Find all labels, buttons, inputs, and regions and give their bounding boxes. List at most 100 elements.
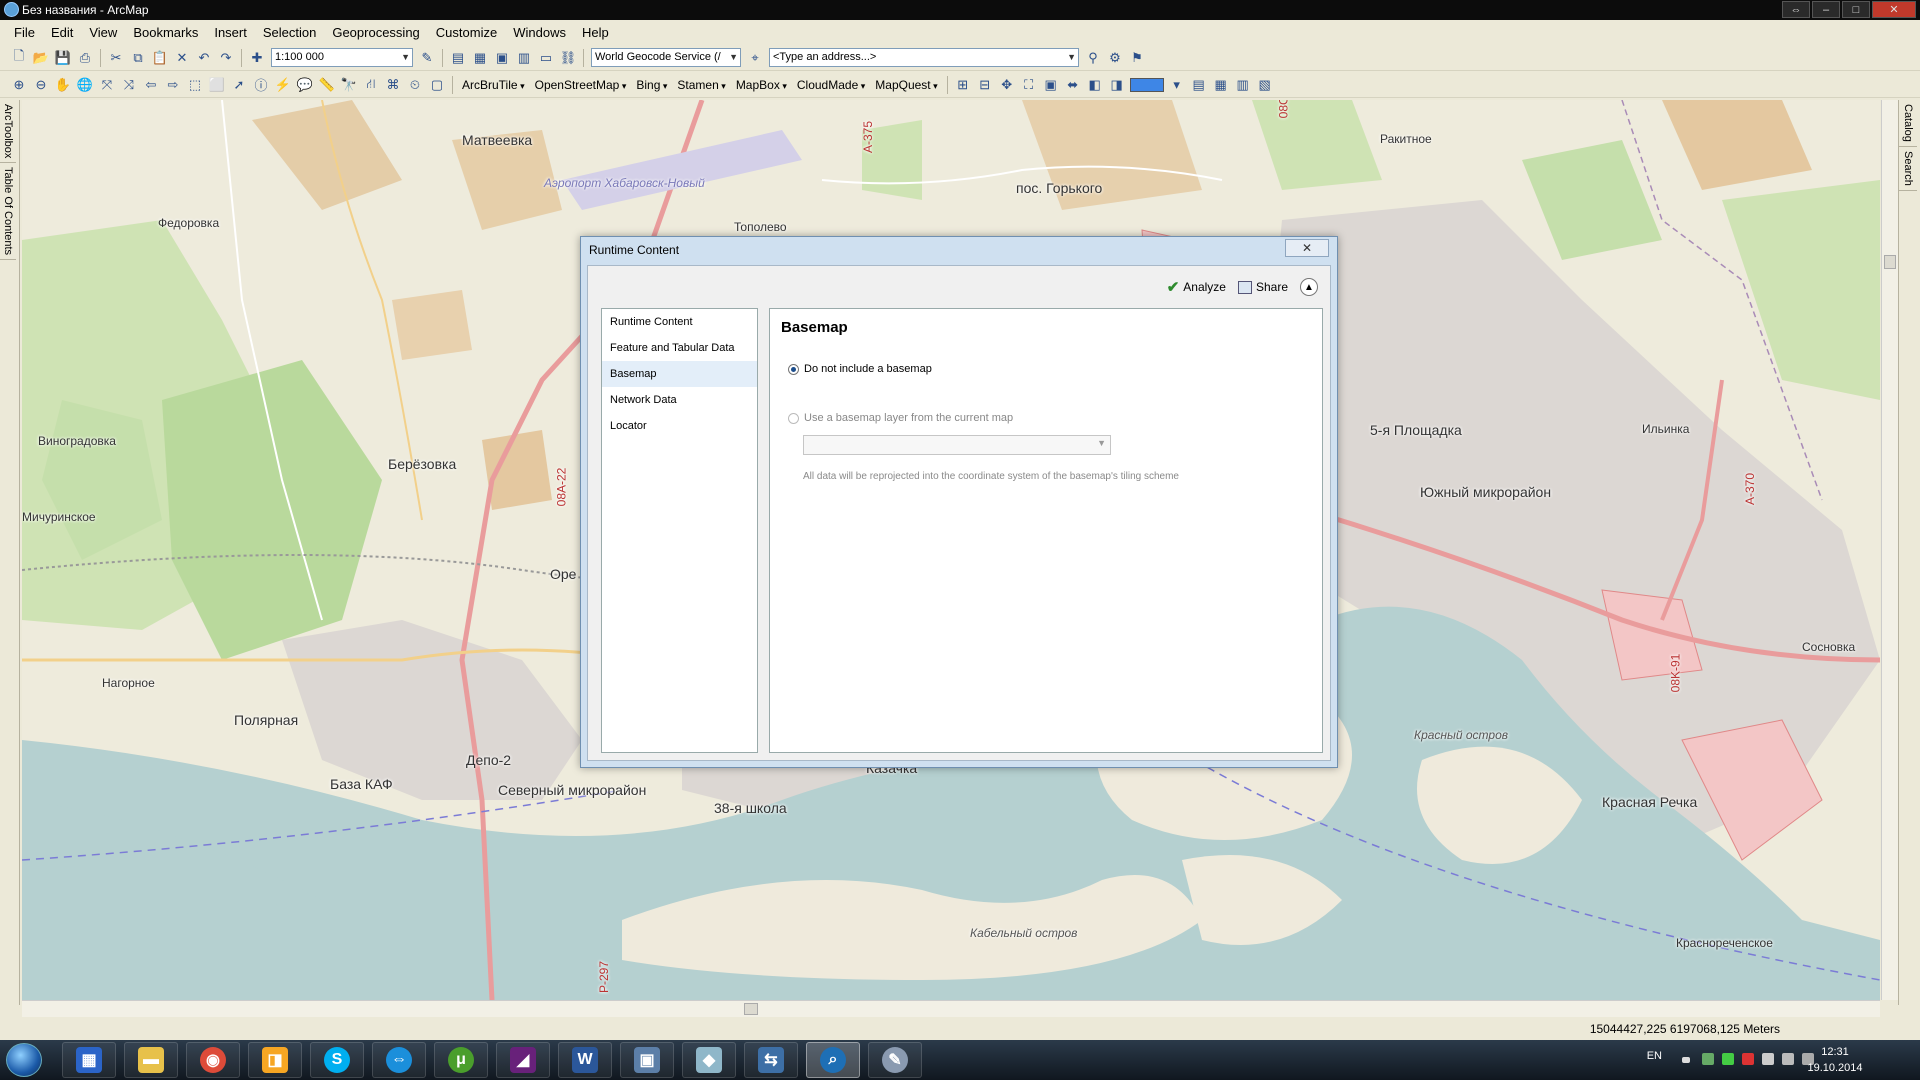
select-features-icon[interactable]: ⬚ (186, 76, 204, 94)
taskbar-app[interactable]: ◆ (682, 1042, 736, 1078)
copy-icon[interactable]: ⧉ (129, 49, 147, 67)
menu-selection[interactable]: Selection (255, 22, 324, 44)
redo-icon[interactable]: ↷ (217, 49, 235, 67)
page-width-icon[interactable]: ⬌ (1064, 76, 1082, 94)
tray-app-icon[interactable] (1742, 1053, 1754, 1065)
layout-zoom-in-icon[interactable]: ⊞ (954, 76, 972, 94)
taskbar-app[interactable]: ▬ (124, 1042, 178, 1078)
menu-customize[interactable]: Customize (428, 22, 505, 44)
save-icon[interactable]: 💾 (54, 49, 72, 67)
taskbar-app[interactable]: ▦ (62, 1042, 116, 1078)
menu-insert[interactable]: Insert (206, 22, 255, 44)
clock[interactable]: 12:31 19.10.2014 (1800, 1044, 1870, 1076)
nav-item-locator[interactable]: Locator (602, 413, 757, 439)
address-input[interactable]: <Type an address...> ▼ (769, 48, 1079, 67)
chevron-up-icon[interactable]: ▲ (1300, 278, 1318, 296)
menu-view[interactable]: View (81, 22, 125, 44)
measure-icon[interactable]: 📏 (318, 76, 336, 94)
chevron-up-icon[interactable] (1682, 1057, 1690, 1063)
go-to-xy-icon[interactable]: ⌘ (384, 76, 402, 94)
python-window-icon[interactable]: ▭ (537, 49, 555, 67)
map-horizontal-scrollbar[interactable] (22, 1000, 1880, 1017)
geocode-service-combo[interactable]: World Geocode Service (/ ▼ (591, 48, 741, 67)
identify-icon[interactable]: ⓘ (252, 76, 270, 94)
back-icon[interactable]: ⇦ (142, 76, 160, 94)
basemap-layer-select[interactable]: ▼ (803, 435, 1111, 455)
time-slider-icon[interactable]: ⏲ (406, 76, 424, 94)
taskbar-app[interactable]: ◢ (496, 1042, 550, 1078)
no-basemap-option[interactable]: Do not include a basemap (788, 363, 932, 375)
restore-icon[interactable]: ⇔ (1782, 1, 1810, 18)
use-basemap-layer-option[interactable]: Use a basemap layer from the current map (788, 412, 1013, 424)
openstreetmap-menu[interactable]: OpenStreetMap (530, 78, 632, 92)
cloudmade-menu[interactable]: CloudMade (792, 78, 870, 92)
nav-item-network-data[interactable]: Network Data (602, 387, 757, 413)
close-button[interactable]: ✕ (1872, 1, 1916, 18)
tray-app-icon[interactable] (1702, 1053, 1714, 1065)
find-route-icon[interactable]: ⛙ (362, 76, 380, 94)
network-status-icon[interactable] (1782, 1053, 1794, 1065)
tray-app-icon[interactable] (1722, 1053, 1734, 1065)
taskbar-app[interactable]: ⇆ (744, 1042, 798, 1078)
taskbar-app[interactable]: ▣ (620, 1042, 674, 1078)
analyze-button[interactable]: ✔ Analyze (1167, 278, 1226, 296)
taskbar-app-arcmap[interactable]: ⌕ (806, 1042, 860, 1078)
print-icon[interactable]: ⎙ (76, 49, 94, 67)
mapquest-menu[interactable]: MapQuest (870, 78, 942, 92)
bing-menu[interactable]: Bing (631, 78, 672, 92)
catalog-icon[interactable]: ▦ (471, 49, 489, 67)
tray-app-icon[interactable] (1762, 1053, 1774, 1065)
data-driven-pages-icon[interactable]: ▧ (1256, 76, 1274, 94)
nav-item-feature-data[interactable]: Feature and Tabular Data (602, 335, 757, 361)
focus-frame-icon[interactable]: ▦ (1212, 76, 1230, 94)
nav-item-basemap[interactable]: Basemap (602, 361, 757, 387)
zoom-out-icon[interactable]: ⊖ (32, 76, 50, 94)
stamen-menu[interactable]: Stamen (672, 78, 730, 92)
select-elements-icon[interactable]: ➚ (230, 76, 248, 94)
maximize-button[interactable]: □ (1842, 1, 1870, 18)
menu-edit[interactable]: Edit (43, 22, 81, 44)
arcbrutile-menu[interactable]: ArcBruTile (457, 78, 530, 92)
geocode-options-icon[interactable]: ⚙ (1106, 49, 1124, 67)
viewer-window-icon[interactable]: ▢ (428, 76, 446, 94)
minimize-button[interactable]: – (1812, 1, 1840, 18)
radio-button[interactable] (788, 412, 799, 424)
layout-back-icon[interactable]: ◧ (1086, 76, 1104, 94)
arctoolbox-icon[interactable]: ▥ (515, 49, 533, 67)
editor-icon[interactable]: ✎ (418, 49, 436, 67)
catalog-tab[interactable]: Catalog (1899, 100, 1917, 147)
undo-icon[interactable]: ↶ (195, 49, 213, 67)
layout-forward-icon[interactable]: ◨ (1108, 76, 1126, 94)
scale-combo[interactable]: 1:100 000 ▼ (271, 48, 413, 67)
taskbar-app[interactable]: ⇔ (372, 1042, 426, 1078)
paste-icon[interactable]: 📋 (151, 49, 169, 67)
language-indicator[interactable]: EN (1647, 1050, 1662, 1062)
layout-pan-icon[interactable]: ✥ (998, 76, 1016, 94)
add-data-icon[interactable]: ✚ (248, 49, 266, 67)
search-tab[interactable]: Search (1899, 147, 1917, 191)
search-window-icon[interactable]: ▣ (493, 49, 511, 67)
taskbar-app[interactable]: W (558, 1042, 612, 1078)
nav-item-runtime-content[interactable]: Runtime Content (602, 309, 757, 335)
radio-button[interactable] (788, 363, 799, 375)
menu-help[interactable]: Help (574, 22, 617, 44)
table-of-contents-icon[interactable]: ▤ (449, 49, 467, 67)
dialog-close-button[interactable]: ✕ (1285, 239, 1329, 257)
menu-file[interactable]: File (6, 22, 43, 44)
route-icon[interactable]: ⚑ (1128, 49, 1146, 67)
taskbar-app[interactable]: μ (434, 1042, 488, 1078)
find-icon[interactable]: 🔭 (340, 76, 358, 94)
forward-icon[interactable]: ⇨ (164, 76, 182, 94)
menu-bookmarks[interactable]: Bookmarks (125, 22, 206, 44)
fixed-zoom-in-icon[interactable]: ⤧ (98, 76, 116, 94)
taskbar-app[interactable]: ◉ (186, 1042, 240, 1078)
layout-zoom-out-icon[interactable]: ⊟ (976, 76, 994, 94)
fixed-zoom-out-icon[interactable]: ⤨ (120, 76, 138, 94)
mapbox-menu[interactable]: MapBox (731, 78, 792, 92)
full-extent-icon[interactable]: 🌐 (76, 76, 94, 94)
chevron-down-icon[interactable]: ▾ (1168, 76, 1186, 94)
open-icon[interactable]: 📂 (32, 49, 50, 67)
taskbar-app[interactable]: ✎ (868, 1042, 922, 1078)
hyperlink-icon[interactable]: ⚡ (274, 76, 292, 94)
start-button[interactable] (6, 1043, 42, 1077)
